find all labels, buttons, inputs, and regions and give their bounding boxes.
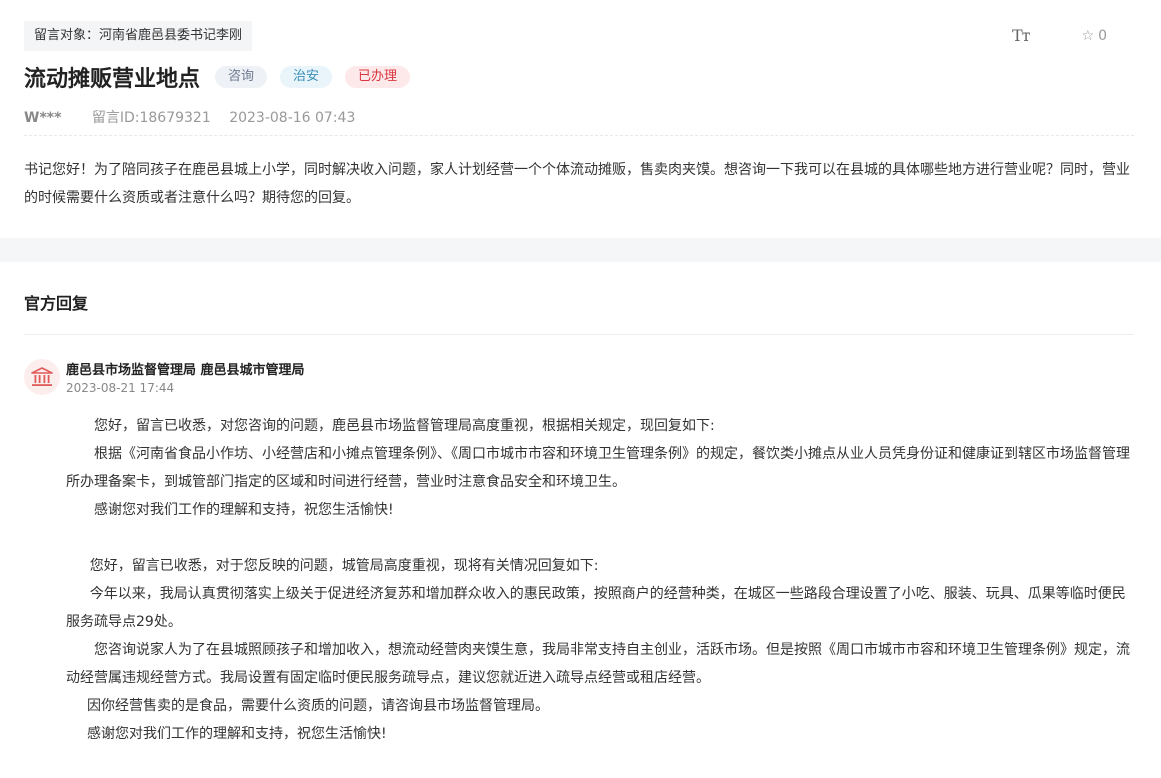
reply-paragraph: 您好，留言已收悉，对您咨询的问题，鹿邑县市场监督管理局高度重视，根据相关规定，现… (94, 418, 715, 434)
message-content: 书记您好！为了陪同孩子在鹿邑县城上小学，同时解决收入问题，家人计划经营一个个体流… (24, 162, 1130, 206)
title-row: 流动摊贩营业地点 咨询 治安 已办理 (24, 61, 411, 93)
reply-paragraph: 感谢您对我们工作的理解和支持，祝您生活愉快! (87, 726, 387, 742)
reply-paragraph: 您好，留言已收悉，对于您反映的问题，城管局高度重视，现将有关情况回复如下: (89, 558, 599, 574)
reply-department: 鹿邑县市场监督管理局 鹿邑县城市管理局 2023-08-21 17:44 (24, 335, 1134, 399)
font-size-icon: Tт (1011, 26, 1031, 45)
reply-paragraph: 您咨询说家人为了在县城照顾孩子和增加收入，想流动经营肉夹馍生意，我局非常支持自主… (66, 642, 1130, 686)
page-title: 流动摊贩营业地点 (24, 67, 201, 92)
reply-paragraph (66, 524, 1134, 552)
reply-content: 您好，留言已收悉，对您咨询的问题，鹿邑县市场监督管理局高度重视，根据相关规定，现… (66, 399, 1134, 748)
favorite-button[interactable]: ☆ 0 (1082, 28, 1107, 44)
reply-paragraph: 因你经营售卖的是食品，需要什么资质的问题，请咨询县市场监督管理局。 (87, 698, 549, 714)
tag-security: 治安 (280, 66, 333, 88)
message-target-label: 留言对象：河南省鹿邑县委书记李刚 (24, 21, 253, 51)
message-meta: W*** 留言ID:18679321 2023-08-16 07:43 (24, 107, 355, 127)
favorite-count: 0 (1098, 27, 1107, 44)
reply-time: 2023-08-21 17:44 (66, 381, 175, 395)
reply-paragraph: 根据《河南省食品小作坊、小经营店和小摊点管理条例》、《周口市城市市容和环境卫生管… (66, 446, 1130, 490)
reply-paragraph: 今年以来，我局认真贯彻落实上级关于促进经济复苏和增加群众收入的惠民政策，按照商户… (66, 586, 1126, 630)
reply-paragraph: 感谢您对我们工作的理解和支持，祝您生活愉快! (94, 502, 394, 518)
official-reply-section: 官方回复 鹿邑县市场监督管理局 鹿邑县城市管理局 2023-08-21 17:4… (0, 262, 1161, 748)
message-time: 2023-08-16 07:43 (229, 110, 356, 126)
avatar (24, 359, 60, 395)
section-separator (0, 238, 1161, 262)
reply-section-title: 官方回复 (24, 294, 89, 313)
toolbar: Tт ☆ 0 (1012, 26, 1107, 45)
author-name: W*** (24, 110, 62, 126)
government-building-icon (31, 367, 53, 386)
font-size-button[interactable]: Tт (1011, 26, 1031, 45)
status-badge: 已办理 (345, 66, 411, 88)
divider (24, 135, 1134, 136)
star-outline-icon: ☆ (1081, 27, 1095, 44)
message-id: 留言ID:18679321 (91, 110, 211, 126)
message-section: 留言对象：河南省鹿邑县委书记李刚 Tт ☆ 0 流动摊贩营业地点 咨询 治安 已… (0, 0, 1161, 238)
tag-consult: 咨询 (215, 66, 268, 88)
department-name: 鹿邑县市场监督管理局 鹿邑县城市管理局 (66, 363, 305, 378)
